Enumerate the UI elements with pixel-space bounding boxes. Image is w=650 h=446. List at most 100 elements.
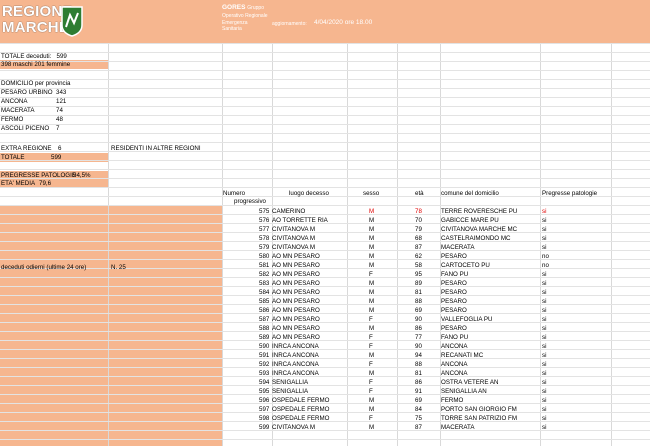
cell-eta: 95	[415, 271, 422, 278]
cell-comune: PORTO SAN GIORGIO FM	[441, 406, 517, 413]
grid-row-line	[0, 304, 650, 305]
cell-sesso: F	[369, 379, 373, 386]
grid-row-line	[0, 322, 650, 323]
cell-comune: CARTOCETO PU	[441, 262, 490, 269]
cell-eta: 78	[415, 208, 422, 215]
cell-patologie: si	[542, 226, 547, 233]
cell-eta: 88	[415, 361, 422, 368]
cell-patologie: si	[542, 334, 547, 341]
cell-numero: 575	[259, 208, 270, 215]
cell-patologie: si	[542, 352, 547, 359]
totale-label: TOTALE	[1, 154, 25, 161]
cell-sesso: M	[369, 307, 375, 314]
cell-eta: 94	[415, 352, 422, 359]
cell-eta: 88	[415, 298, 422, 305]
grid-row-line	[0, 250, 650, 251]
cell-eta: 68	[415, 235, 422, 242]
cell-numero: 578	[259, 235, 270, 242]
cell-comune: ANCONA	[441, 370, 468, 377]
cell-sesso: F	[369, 334, 373, 341]
cell-patologie: si	[542, 406, 547, 413]
extra-region-note: RESIDENTI IN ALTRE REGIONI	[111, 145, 201, 152]
header-eta: età	[415, 190, 424, 197]
cell-patologie: si	[542, 271, 547, 278]
grid-row-line	[0, 241, 650, 242]
cell-sesso: M	[369, 262, 375, 269]
grid-row-line	[0, 439, 650, 440]
cell-patologie: si	[542, 388, 547, 395]
update-label: aggiornamento:	[272, 21, 307, 27]
cell-luogo: AO MN PESARO	[272, 289, 320, 296]
cell-sesso: F	[369, 316, 373, 323]
patologie-value: 94,5%	[73, 172, 91, 179]
grid-row-line	[0, 340, 650, 341]
cell-eta: 86	[415, 379, 422, 386]
cell-patologie: si	[542, 289, 547, 296]
cell-sesso: M	[369, 406, 375, 413]
province-value: 48	[56, 116, 63, 123]
cell-sesso: M	[369, 325, 375, 332]
cell-patologie: si	[542, 280, 547, 287]
cell-numero: 586	[259, 307, 270, 314]
cell-numero: 579	[259, 244, 270, 251]
cell-eta: 87	[415, 244, 422, 251]
cell-luogo: AO MN PESARO	[272, 271, 320, 278]
grid-row-line	[0, 187, 650, 188]
gender-split: 398 maschi 201 femmine	[1, 61, 71, 68]
cell-eta: 86	[415, 325, 422, 332]
cell-numero: 596	[259, 397, 270, 404]
cell-comune: PESARO	[441, 280, 467, 287]
cell-comune: PESARO	[441, 289, 467, 296]
update-value: 4/04/2020 ore 18.00	[314, 19, 373, 26]
cell-sesso: M	[369, 352, 375, 359]
cell-comune: CASTELRAIMONDO MC	[441, 235, 511, 242]
cell-eta: 70	[415, 217, 422, 224]
province-name: MACERATA	[1, 107, 35, 114]
grid-row-line	[0, 124, 650, 125]
cell-comune: OSTRA VETERE AN	[441, 379, 499, 386]
cell-sesso: M	[369, 217, 375, 224]
cell-patologie: no	[542, 253, 549, 260]
grid-row-line	[0, 160, 650, 161]
cell-patologie: si	[542, 415, 547, 422]
grid-row-line	[0, 52, 650, 53]
cell-sesso: M	[369, 208, 375, 215]
cell-sesso: F	[369, 388, 373, 395]
cell-numero: 595	[259, 388, 270, 395]
grid-row-line	[0, 97, 650, 98]
cell-eta: 75	[415, 415, 422, 422]
cell-sesso: M	[369, 280, 375, 287]
grid-row-line	[0, 394, 650, 395]
cell-eta: 62	[415, 253, 422, 260]
cell-numero: 580	[259, 253, 270, 260]
cell-comune: FERMO	[441, 397, 464, 404]
province-heading: DOMICILIO per provincia	[1, 80, 71, 87]
grid-row-line	[0, 79, 650, 80]
cell-comune: PESARO	[441, 325, 467, 332]
cell-comune: ANCONA	[441, 343, 468, 350]
cell-eta: 87	[415, 424, 422, 431]
grid-row-line	[0, 259, 650, 260]
grid-row-line	[0, 205, 650, 206]
cell-luogo: INRCA ANCONA	[272, 352, 319, 359]
grid-row-line	[0, 358, 650, 359]
cell-comune: GABICCE MARE PU	[441, 217, 499, 224]
grid-row-line	[0, 70, 650, 71]
grid-row-line	[0, 376, 650, 377]
cell-luogo: INRCA ANCONA	[272, 343, 319, 350]
cell-numero: 593	[259, 370, 270, 377]
cell-comune: SENIGALLIA AN	[441, 388, 487, 395]
cell-luogo: INRCA ANCONA	[272, 361, 319, 368]
oggi-label: deceduti odierni (ultime 24 ore)	[1, 264, 87, 271]
cell-numero: 598	[259, 415, 270, 422]
cell-sesso: M	[369, 226, 375, 233]
totale-value: 599	[51, 154, 62, 161]
cell-comune: PESARO	[441, 298, 467, 305]
province-value: 7	[56, 125, 60, 132]
cell-numero: 589	[259, 334, 270, 341]
header-patologie: Pregresse patologie	[542, 190, 598, 197]
cell-luogo: CIVITANOVA M	[272, 235, 316, 242]
cell-numero: 597	[259, 406, 270, 413]
grid-row-line	[0, 367, 650, 368]
cell-sesso: M	[369, 397, 375, 404]
